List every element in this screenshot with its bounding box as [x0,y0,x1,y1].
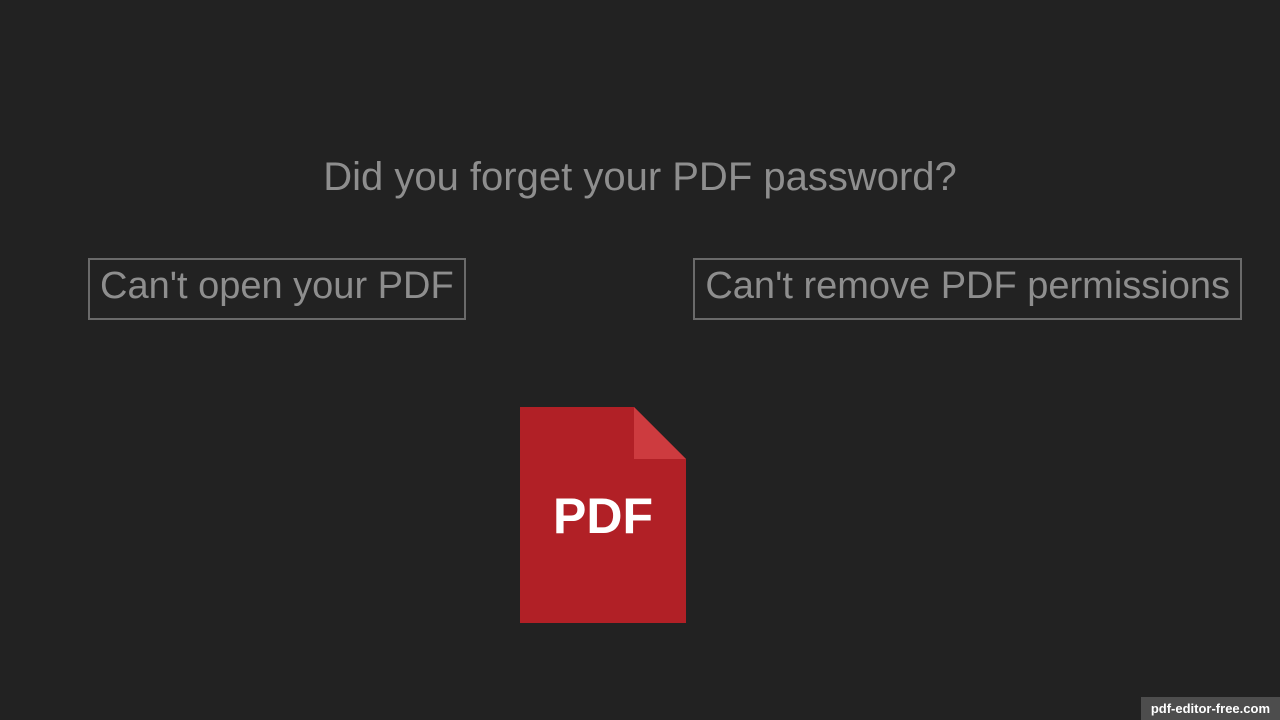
options-row: Can't open your PDF Can't remove PDF per… [0,258,1280,320]
pdf-file-icon: PDF [520,407,686,623]
watermark: pdf-editor-free.com [1141,697,1280,720]
option-cant-remove-permissions[interactable]: Can't remove PDF permissions [693,258,1242,320]
pdf-icon-fold [634,407,686,459]
option-cant-open[interactable]: Can't open your PDF [88,258,466,320]
page-heading: Did you forget your PDF password? [0,155,1280,200]
pdf-icon-label: PDF [520,487,686,545]
